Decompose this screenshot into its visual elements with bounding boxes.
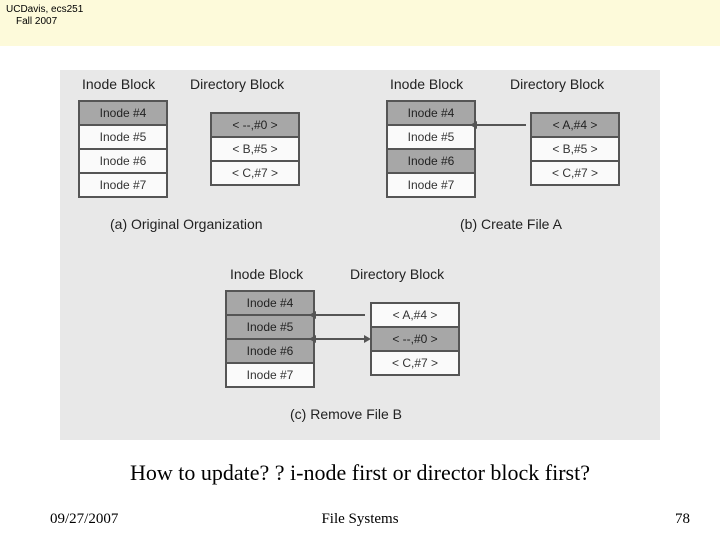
- col-title-inode: Inode Block: [230, 266, 303, 282]
- panel-c-inode-stack: Inode #4 Inode #5 Inode #6 Inode #7: [225, 290, 315, 388]
- panel-c-caption: (c) Remove File B: [290, 406, 402, 422]
- dir-row: < A,#4 >: [372, 302, 458, 326]
- footer-page: 78: [675, 511, 690, 528]
- panel-a-caption: (a) Original Organization: [110, 216, 263, 232]
- dir-row: < C,#7 >: [372, 350, 458, 374]
- panel-c-dir-stack: < A,#4 > < --,#0 > < C,#7 >: [370, 302, 460, 376]
- arrow-icon: [315, 314, 365, 316]
- panel-b-dir-stack: < A,#4 > < B,#5 > < C,#7 >: [530, 112, 620, 186]
- inode-row: Inode #5: [227, 314, 313, 338]
- course-header: UCDavis, ecs251 Fall 2007: [6, 4, 83, 28]
- dir-row: < B,#5 >: [532, 136, 618, 160]
- col-title-directory: Directory Block: [510, 76, 604, 92]
- course-line-1: UCDavis, ecs251: [6, 4, 83, 16]
- dir-row: < A,#4 >: [532, 112, 618, 136]
- slide-diagram: Inode Block Directory Block Inode #4 Ino…: [60, 70, 660, 440]
- panel-a-dir-stack: < --,#0 > < B,#5 > < C,#7 >: [210, 112, 300, 186]
- panel-b-inode-stack: Inode #4 Inode #5 Inode #6 Inode #7: [386, 100, 476, 198]
- inode-row: Inode #5: [388, 124, 474, 148]
- course-line-2: Fall 2007: [6, 16, 83, 28]
- dir-row: < --,#0 >: [212, 112, 298, 136]
- inode-row: Inode #4: [227, 290, 313, 314]
- arrow-icon: [476, 124, 526, 126]
- arrow-icon: [315, 338, 365, 340]
- dir-row: < C,#7 >: [532, 160, 618, 184]
- inode-row: Inode #6: [227, 338, 313, 362]
- col-title-directory: Directory Block: [350, 266, 444, 282]
- col-title-directory: Directory Block: [190, 76, 284, 92]
- dir-row: < B,#5 >: [212, 136, 298, 160]
- inode-row: Inode #6: [80, 148, 166, 172]
- inode-row: Inode #4: [388, 100, 474, 124]
- slide-question: How to update? ? i-node first or directo…: [0, 460, 720, 486]
- dir-row: < --,#0 >: [372, 326, 458, 350]
- inode-row: Inode #7: [227, 362, 313, 386]
- inode-row: Inode #5: [80, 124, 166, 148]
- col-title-inode: Inode Block: [82, 76, 155, 92]
- panel-b-caption: (b) Create File A: [460, 216, 562, 232]
- inode-row: Inode #6: [388, 148, 474, 172]
- col-title-inode: Inode Block: [390, 76, 463, 92]
- header-band: [0, 0, 720, 46]
- inode-row: Inode #7: [388, 172, 474, 196]
- dir-row: < C,#7 >: [212, 160, 298, 184]
- inode-row: Inode #7: [80, 172, 166, 196]
- inode-row: Inode #4: [80, 100, 166, 124]
- panel-a-inode-stack: Inode #4 Inode #5 Inode #6 Inode #7: [78, 100, 168, 198]
- footer-title: File Systems: [0, 511, 720, 528]
